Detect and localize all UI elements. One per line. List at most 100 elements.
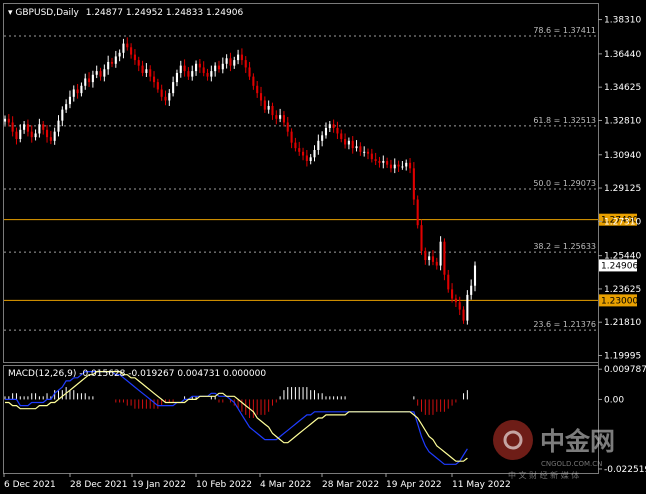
candle-body [248,67,251,77]
candle-body [7,118,10,123]
candle-body [141,65,144,73]
candle-body [351,140,354,149]
candle-body [309,157,312,161]
candle-body [214,65,217,72]
candle-body [416,199,419,226]
current-price-label: 1.24906 [601,261,638,271]
price-tick-label: 1.25440 [604,252,641,262]
candle-body [344,138,347,145]
candle-body [290,131,293,143]
macd-tick-label: 0.00 [604,395,624,405]
candle-body [389,164,392,169]
candle-body [206,72,209,77]
candle-body [229,58,232,66]
brand-logo-icon [493,420,533,460]
candle-body [42,124,45,130]
time-tick-label: 10 Feb 2022 [196,480,252,490]
candle-body [30,131,33,138]
candle-body [359,146,362,152]
candle-body [256,85,259,94]
candle-body [424,250,427,261]
candle-body [145,69,148,73]
candle-body [45,129,49,138]
ohlc-values: 1.24877 1.24952 1.24833 1.24906 [86,8,244,18]
candle-body [279,115,282,119]
fib-level-label: 61.8 = 1.32513 [533,116,596,125]
time-tick-label: 19 Jan 2022 [132,480,186,490]
fib-level-label: 50.0 = 1.29073 [533,179,596,188]
candle-body [183,65,186,72]
candle-body [179,65,182,73]
candle-body [466,294,469,321]
candle-body [49,137,52,141]
candle-body [401,166,404,168]
candle-body [431,256,435,262]
candle-body [187,71,190,77]
candle [443,238,446,281]
candle-body [160,89,163,97]
candle-body [133,54,136,61]
candle-body [80,85,83,94]
candle-body [347,140,350,145]
brand-name: 中金网 [540,427,615,456]
candle-body [451,289,454,299]
macd-tick-label: 0.009787 [604,365,646,375]
candle-body [473,265,477,286]
candle-body [156,82,159,90]
candle [416,195,419,229]
candle-body [370,153,373,160]
symbol-timeframe: GBPUSD,Daily [15,8,79,18]
candle-body [294,142,297,149]
candle-body [458,302,461,310]
candle-body [240,54,243,61]
candle-body [313,149,316,158]
candle-body [324,127,328,136]
candle-body [15,131,18,139]
candle-body [217,65,221,70]
price-tick-label: 1.27310 [604,217,641,227]
candle-body [91,74,94,83]
candle-body [259,93,263,101]
candle-body [61,109,64,121]
price-tick-label: 1.38310 [604,16,641,26]
chart-symbol-icon: ▾ [8,8,13,18]
candle-body [221,63,224,70]
candle-body [355,146,358,149]
chart-canvas: 78.6 = 1.37411 61.8 = 1.32513 50.0 = 1.290… [0,0,646,494]
candle-body [439,241,442,266]
candle-body [340,133,343,139]
candle-body [393,164,396,169]
level-price-tag-label: 1.23000 [601,296,638,306]
candle-body [378,160,381,163]
svg-text:▾ GBPUSD,Daily 1.24877: ▾ GBPUSD,Daily 1.24877 1.24952 1.24833 1… [8,8,243,18]
price-tick-label: 1.36440 [604,50,641,60]
time-tick-label: 28 Mar 2022 [322,480,379,490]
time-tick-label: 6 Dec 2021 [4,480,56,490]
candle-body [435,261,438,266]
candle-body [72,89,75,97]
candle-body [275,115,278,119]
candle-body [88,78,91,83]
fib-level-label: 78.6 = 1.37411 [533,26,596,35]
candle-body [65,104,68,110]
macd-header: MACD(12,26,9) -0.015628 -0.019267 0.0047… [8,369,266,379]
candle-body [405,162,408,167]
candle-body [386,160,389,165]
time-tick-label: 4 Mar 2022 [260,480,311,490]
candle-body [3,118,7,122]
candle-body [244,60,247,68]
candle-body [95,71,98,75]
candle-body [454,298,457,303]
candle-body [443,241,446,275]
candle-body [382,160,385,163]
candle-body [152,76,156,83]
candle-body [53,131,56,141]
candle-body [332,124,335,128]
price-tick-label: 1.23625 [604,285,641,295]
candle-body [168,93,171,101]
price-tick-label: 1.34625 [604,83,641,93]
time-tick-label: 28 Dec 2021 [70,480,128,490]
candle-body [198,63,201,68]
price-tick-label: 1.30940 [604,151,641,161]
time-tick-label: 11 May 2022 [452,480,511,490]
